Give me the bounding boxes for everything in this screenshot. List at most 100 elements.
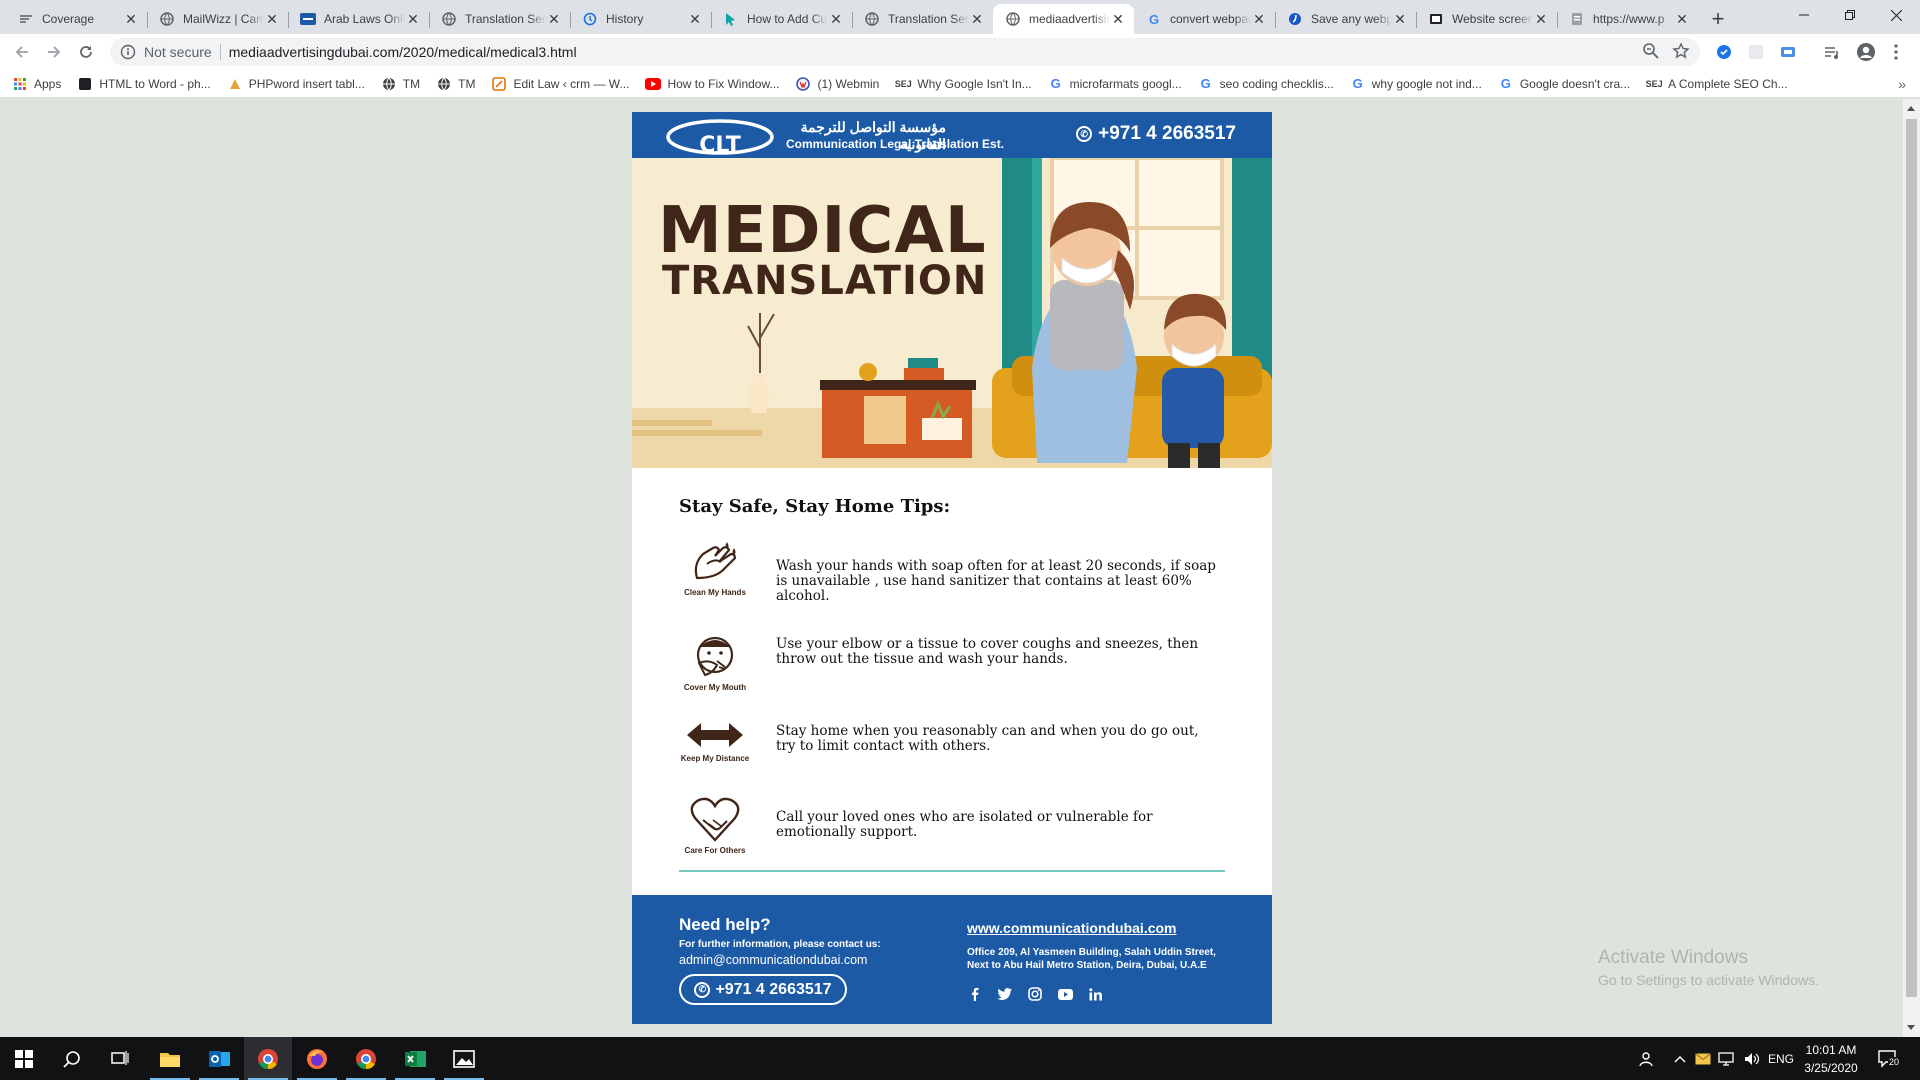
chrome-icon[interactable] [244,1037,292,1080]
facebook-icon[interactable] [967,986,983,1002]
footer-phone-number: +971 4 2663517 [715,980,832,998]
extension-screen-icon[interactable] [1778,42,1798,62]
bookmark[interactable]: (1) Webmin [795,76,879,92]
profile-avatar-icon[interactable] [1856,42,1876,62]
start-button[interactable] [0,1037,48,1080]
action-center-icon[interactable]: 20 [1878,1037,1901,1080]
system-clock[interactable]: 10:01 AM 3/25/2020 [1798,1041,1864,1077]
chrome-alt-icon[interactable] [342,1037,390,1080]
bookmark[interactable]: Edit Law ‹ crm — W... [491,76,629,92]
outlook-icon[interactable] [195,1037,243,1080]
linkedin-icon[interactable] [1087,986,1103,1002]
window-close-button[interactable] [1873,0,1919,30]
bookmark[interactable]: G microfarmats googl... [1048,76,1182,92]
scroll-thumb[interactable] [1906,119,1917,997]
tip-text: Use your elbow or a tissue to cover coug… [776,636,1199,667]
bookmarks-overflow-icon[interactable]: » [1898,76,1906,92]
photos-icon[interactable] [440,1037,488,1080]
info-icon[interactable] [118,42,138,62]
scroll-down-arrow[interactable] [1907,1025,1915,1030]
close-icon[interactable]: ✕ [687,11,703,27]
close-icon[interactable]: ✕ [969,11,985,27]
clean-hands-icon [694,542,737,580]
tab[interactable]: G convert webpage ✕ [1134,4,1275,34]
menu-kebab-icon[interactable] [1886,42,1906,62]
close-icon[interactable]: ✕ [1110,11,1126,27]
page-viewport: CLT مؤسسة التواصل للترجمة القانونية Comm… [0,99,1903,1037]
scroll-up-arrow[interactable] [1907,106,1915,111]
social-links [967,986,1103,1002]
tab[interactable]: Save any webpage ✕ [1275,4,1416,34]
extension-grey-icon[interactable] [1746,42,1766,62]
tab[interactable]: https://www.p ✕ [1557,4,1698,34]
tab[interactable]: How to Add Cursor ✕ [711,4,852,34]
tab[interactable]: History ✕ [570,4,711,34]
bookmark[interactable]: TM [436,76,475,92]
bookmark[interactable]: G Google doesn't cra... [1498,76,1630,92]
address-bar[interactable]: Not secure mediaadvertisingdubai.com/202… [110,38,1700,66]
tab[interactable]: Website screenshot ✕ [1416,4,1557,34]
firefox-icon[interactable] [293,1037,341,1080]
new-tab-button[interactable]: + [1704,4,1732,34]
bookmark[interactable]: How to Fix Window... [645,76,779,92]
restore-button[interactable] [1827,0,1873,30]
url-text[interactable]: mediaadvertisingdubai.com/2020/medical/m… [229,44,577,60]
tab[interactable]: MailWizz | Campaigns ✕ [147,4,288,34]
bookmark[interactable]: SEJ A Complete SEO Ch... [1646,76,1788,92]
mail-tray-icon[interactable] [1695,1037,1711,1080]
globe-icon [436,76,452,92]
tray-expand-icon[interactable] [1674,1037,1686,1080]
tab[interactable]: Arab Laws Online ✕ [288,4,429,34]
reload-button[interactable] [70,36,102,68]
bookmark[interactable]: G seo coding checklis... [1198,76,1334,92]
tip-icon-block: Care For Others [679,796,751,855]
bookmark[interactable]: HTML to Word - ph... [77,76,211,92]
youtube-icon[interactable] [1057,986,1073,1002]
close-icon[interactable]: ✕ [828,11,844,27]
close-icon[interactable]: ✕ [1392,11,1408,27]
excel-icon[interactable] [391,1037,439,1080]
close-icon[interactable]: ✕ [1251,11,1267,27]
language-indicator[interactable]: ENG [1768,1037,1794,1080]
close-icon[interactable]: ✕ [546,11,562,27]
tip-text: Stay home when you reasonably can and wh… [776,723,1199,754]
contact-email-link[interactable]: admin@communicationdubai.com [679,953,867,967]
footer-phone-button[interactable]: ✆ +971 4 2663517 [679,974,847,1005]
minimize-button[interactable] [1781,0,1827,30]
tip-text: Call your loved ones who are isolated or… [776,809,1153,840]
bookmark[interactable]: SEJ Why Google Isn't In... [895,76,1032,92]
star-icon[interactable] [1672,42,1690,63]
back-button[interactable] [6,36,38,68]
bookmark-apps[interactable]: Apps [12,76,61,92]
tips-section: Stay Safe, Stay Home Tips: Clean My Hand… [632,468,1272,882]
vertical-scrollbar[interactable] [1903,99,1920,1037]
history-icon [582,11,598,27]
extension-blue-icon[interactable] [1714,42,1734,62]
zoom-icon[interactable] [1642,42,1660,63]
header-phone[interactable]: ✆ +971 4 2663517 [1076,123,1236,145]
bookmark[interactable]: TM [381,76,420,92]
volume-icon[interactable] [1744,1037,1760,1080]
file-explorer-icon[interactable] [146,1037,194,1080]
close-icon[interactable]: ✕ [1533,11,1549,27]
tab[interactable]: Translation Services ✕ [852,4,993,34]
email-footer: Need help? For further information, plea… [632,895,1272,1024]
close-icon[interactable]: ✕ [1674,11,1690,27]
forward-button[interactable] [38,36,70,68]
task-view-icon[interactable] [96,1037,144,1080]
bookmark[interactable]: PHPword insert tabl... [227,76,365,92]
people-icon[interactable] [1638,1037,1656,1080]
close-icon[interactable]: ✕ [264,11,280,27]
website-link[interactable]: www.communicationdubai.com [967,920,1177,936]
bookmark[interactable]: G why google not ind... [1350,76,1482,92]
tab[interactable]: Coverage ✕ [6,4,147,34]
search-icon[interactable] [48,1037,96,1080]
tab[interactable]: Translation Services ✕ [429,4,570,34]
media-queue-icon[interactable] [1822,42,1842,62]
twitter-icon[interactable] [997,986,1013,1002]
close-icon[interactable]: ✕ [405,11,421,27]
close-icon[interactable]: ✕ [123,11,139,27]
instagram-icon[interactable] [1027,986,1043,1002]
network-icon[interactable] [1718,1037,1736,1080]
tab-active[interactable]: mediaadvertisingdubai ✕ [993,4,1134,34]
